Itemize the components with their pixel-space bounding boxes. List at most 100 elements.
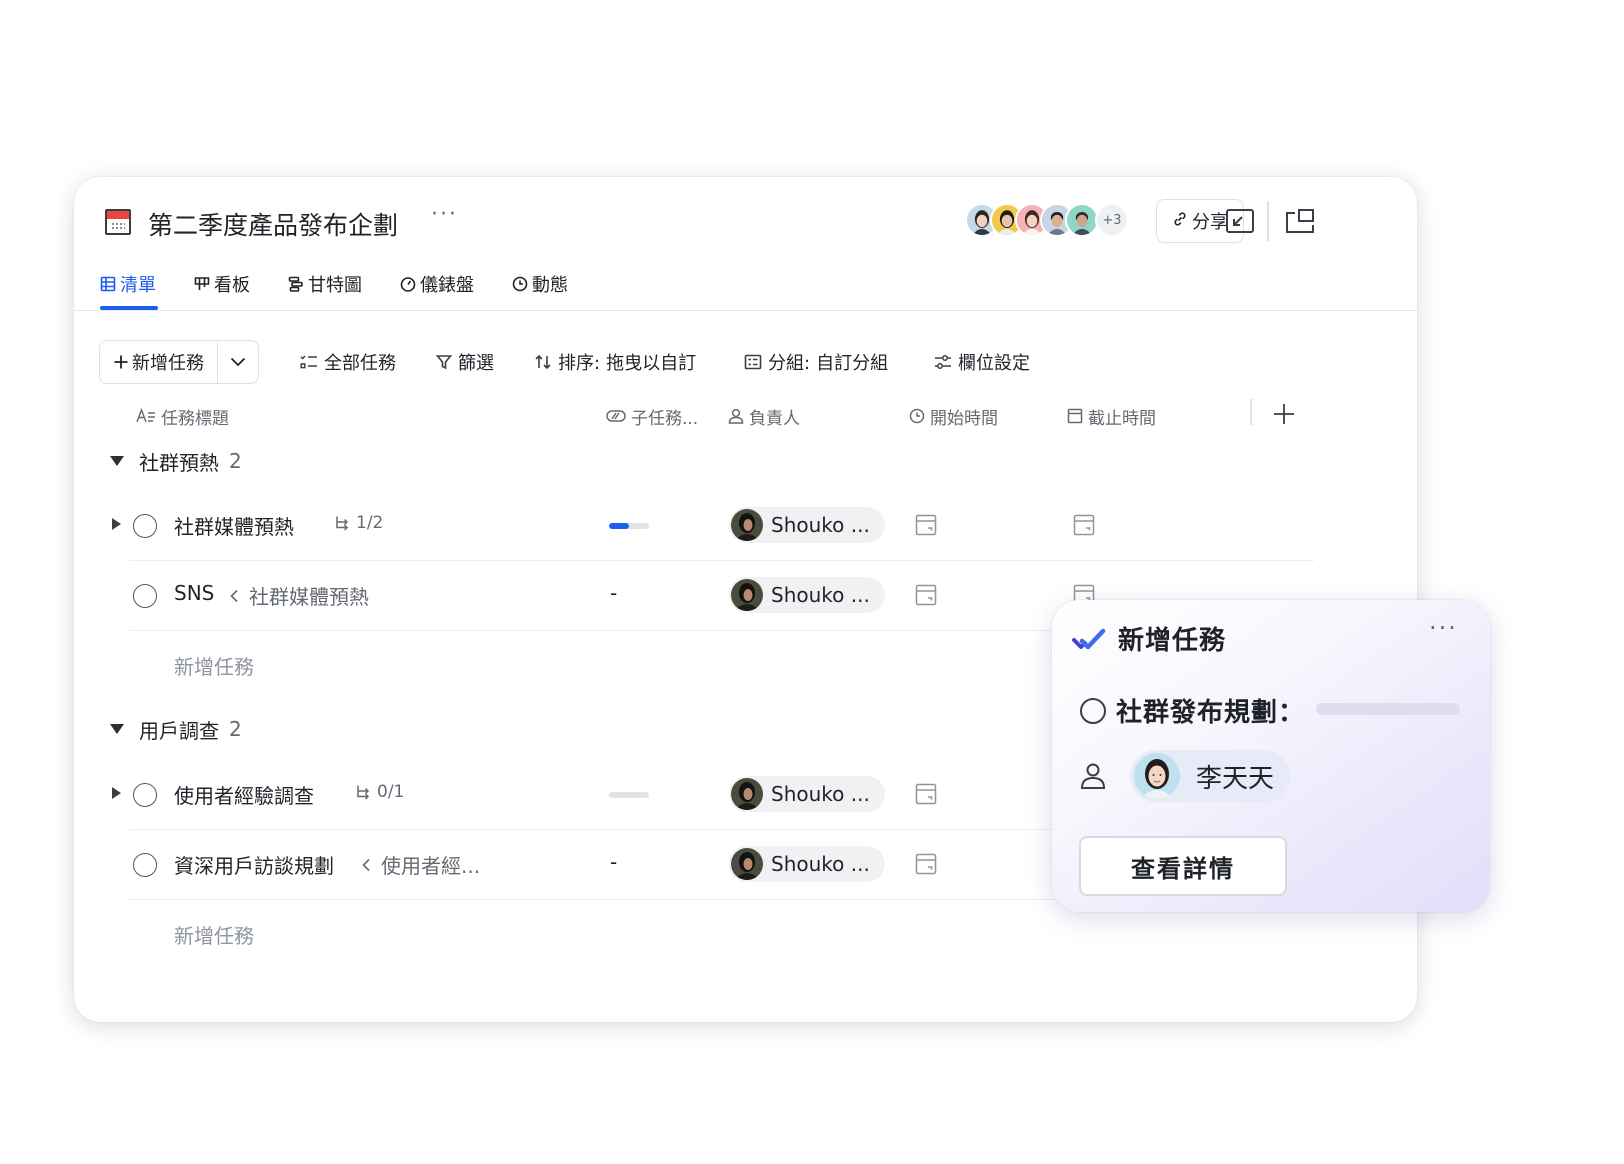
task-checkbox[interactable] bbox=[133, 783, 157, 807]
progress-icon bbox=[606, 410, 626, 422]
all-tasks-filter[interactable]: 全部任務 bbox=[300, 340, 396, 384]
subtask-count[interactable]: 1/2 bbox=[334, 513, 383, 533]
header-divider bbox=[1267, 201, 1269, 241]
person-icon bbox=[728, 408, 744, 424]
start-date-cell-icon[interactable] bbox=[915, 584, 937, 606]
start-date-cell-icon[interactable] bbox=[915, 783, 937, 805]
table-row[interactable]: 社群媒體預熱 1/2 Shouko ... bbox=[112, 491, 1314, 561]
new-task-link[interactable]: 新增任務 bbox=[174, 651, 254, 680]
assignee-name: Shouko ... bbox=[771, 782, 870, 806]
settings-sliders-icon bbox=[935, 355, 951, 369]
avatar bbox=[731, 848, 763, 880]
view-details-button[interactable]: 查看詳情 bbox=[1079, 836, 1287, 896]
gantt-icon bbox=[288, 276, 303, 292]
assignee-chip[interactable]: Shouko ... bbox=[729, 776, 885, 812]
member-avatar[interactable] bbox=[1065, 203, 1099, 237]
task-checkbox[interactable] bbox=[133, 584, 157, 608]
sort-value: 拖曳以自訂 bbox=[606, 353, 697, 374]
popup-title: 新增任務 bbox=[1118, 626, 1227, 656]
tab-activity[interactable]: 動態 bbox=[512, 269, 568, 299]
column-title-header[interactable]: 任務標題 bbox=[136, 399, 229, 433]
view-tabs: 清單 看板 甘特圖 儀錶盤 動態 bbox=[74, 257, 1417, 311]
add-column-button[interactable] bbox=[1269, 399, 1299, 429]
avatar bbox=[731, 579, 763, 611]
tab-dashboard[interactable]: 儀錶盤 bbox=[400, 269, 474, 299]
chevron-left-icon bbox=[362, 858, 370, 871]
add-task-button[interactable]: 新增任務 bbox=[100, 341, 218, 383]
column-title-label: 任務標題 bbox=[161, 408, 229, 429]
popup-more-button[interactable]: ··· bbox=[1429, 614, 1458, 642]
column-start-header[interactable]: 開始時間 bbox=[909, 399, 998, 433]
column-due-header[interactable]: 截止時間 bbox=[1067, 399, 1156, 433]
parent-task-link[interactable]: 社群媒體預熱 bbox=[229, 581, 369, 610]
column-assignee-label: 負責人 bbox=[749, 408, 800, 429]
group-label: 分組: bbox=[768, 353, 811, 374]
tab-gantt[interactable]: 甘特圖 bbox=[288, 269, 362, 299]
project-header: 第二季度產品發布企劃 ··· +3 分享 bbox=[74, 177, 1417, 257]
task-checkbox[interactable] bbox=[133, 853, 157, 877]
tab-kanban[interactable]: 看板 bbox=[194, 269, 250, 299]
new-task-popup: 新增任務 ··· 社群發布規劃： 李天天 查看詳情 bbox=[1052, 600, 1490, 912]
collapse-caret-icon[interactable] bbox=[110, 456, 124, 466]
list-grid-icon bbox=[100, 276, 116, 292]
group-header[interactable]: 社群預熱 2 bbox=[110, 444, 242, 478]
more-options-button[interactable]: ··· bbox=[431, 202, 458, 227]
all-tasks-label: 全部任務 bbox=[324, 353, 396, 374]
column-subtasks-header[interactable]: 子任務... bbox=[606, 399, 698, 433]
add-task-button-group: 新增任務 bbox=[99, 340, 259, 384]
group-button[interactable]: 分組: 自訂分組 bbox=[744, 340, 888, 384]
more-members-badge[interactable]: +3 bbox=[1095, 203, 1129, 237]
collapse-window-icon[interactable] bbox=[1222, 203, 1258, 239]
task-name[interactable]: 使用者經驗調查 bbox=[174, 780, 314, 809]
avatar bbox=[1134, 753, 1180, 799]
field-settings-button[interactable]: 欄位設定 bbox=[934, 340, 1030, 384]
task-name[interactable]: 資深用戶訪談規劃 bbox=[174, 850, 334, 879]
collapse-caret-icon[interactable] bbox=[110, 724, 124, 734]
open-new-window-icon[interactable] bbox=[1282, 203, 1318, 239]
person-icon bbox=[1080, 763, 1106, 789]
expand-arrow-icon[interactable] bbox=[112, 787, 121, 799]
add-task-dropdown[interactable] bbox=[218, 341, 258, 383]
double-check-icon bbox=[1072, 628, 1106, 649]
task-name[interactable]: 社群媒體預熱 bbox=[174, 511, 294, 540]
assignee-chip[interactable]: Shouko ... bbox=[729, 507, 885, 543]
popup-task[interactable]: 社群發布規劃： bbox=[1080, 692, 1305, 729]
task-checkbox[interactable] bbox=[1080, 697, 1106, 724]
popup-assignee-chip[interactable]: 李天天 bbox=[1130, 750, 1290, 802]
text-field-icon bbox=[136, 408, 155, 423]
filter-button[interactable]: 篩選 bbox=[436, 340, 494, 384]
subtask-count[interactable]: 0/1 bbox=[355, 782, 404, 802]
column-divider bbox=[1250, 399, 1252, 425]
group-header[interactable]: 用戶調查 2 bbox=[110, 712, 242, 746]
assignee-chip[interactable]: Shouko ... bbox=[729, 846, 885, 882]
subtask-icon bbox=[336, 516, 349, 531]
tab-list[interactable]: 清單 bbox=[100, 269, 156, 299]
avatar bbox=[731, 509, 763, 541]
sort-button[interactable]: 排序: 拖曳以自訂 bbox=[534, 340, 696, 384]
start-date-cell-icon[interactable] bbox=[915, 853, 937, 875]
field-settings-label: 欄位設定 bbox=[958, 353, 1030, 374]
filter-icon bbox=[436, 355, 452, 370]
sort-label: 排序: bbox=[558, 353, 601, 374]
popup-header: 新增任務 bbox=[1072, 620, 1226, 657]
task-checkbox[interactable] bbox=[133, 514, 157, 538]
new-task-link[interactable]: 新增任務 bbox=[174, 920, 254, 949]
subtask-count-label: 0/1 bbox=[377, 782, 405, 802]
subtask-empty: - bbox=[610, 581, 618, 605]
plus-icon bbox=[1274, 404, 1294, 424]
project-title[interactable]: 第二季度產品發布企劃 bbox=[148, 206, 398, 242]
popup-task-name: 社群發布規劃： bbox=[1116, 698, 1306, 728]
assignee-name: Shouko ... bbox=[771, 513, 870, 537]
group-count: 2 bbox=[229, 717, 242, 741]
parent-task-link[interactable]: 使用者經... bbox=[361, 850, 480, 879]
task-name[interactable]: SNS bbox=[174, 581, 214, 605]
start-date-cell-icon[interactable] bbox=[915, 514, 937, 536]
assignee-chip[interactable]: Shouko ... bbox=[729, 577, 885, 613]
group-icon bbox=[744, 354, 762, 370]
sort-icon bbox=[535, 354, 551, 370]
column-assignee-header[interactable]: 負責人 bbox=[728, 399, 800, 433]
chevron-down-icon bbox=[230, 357, 246, 367]
add-task-label: 新增任務 bbox=[132, 353, 204, 374]
expand-arrow-icon[interactable] bbox=[112, 518, 121, 530]
due-date-cell-icon[interactable] bbox=[1073, 514, 1095, 536]
